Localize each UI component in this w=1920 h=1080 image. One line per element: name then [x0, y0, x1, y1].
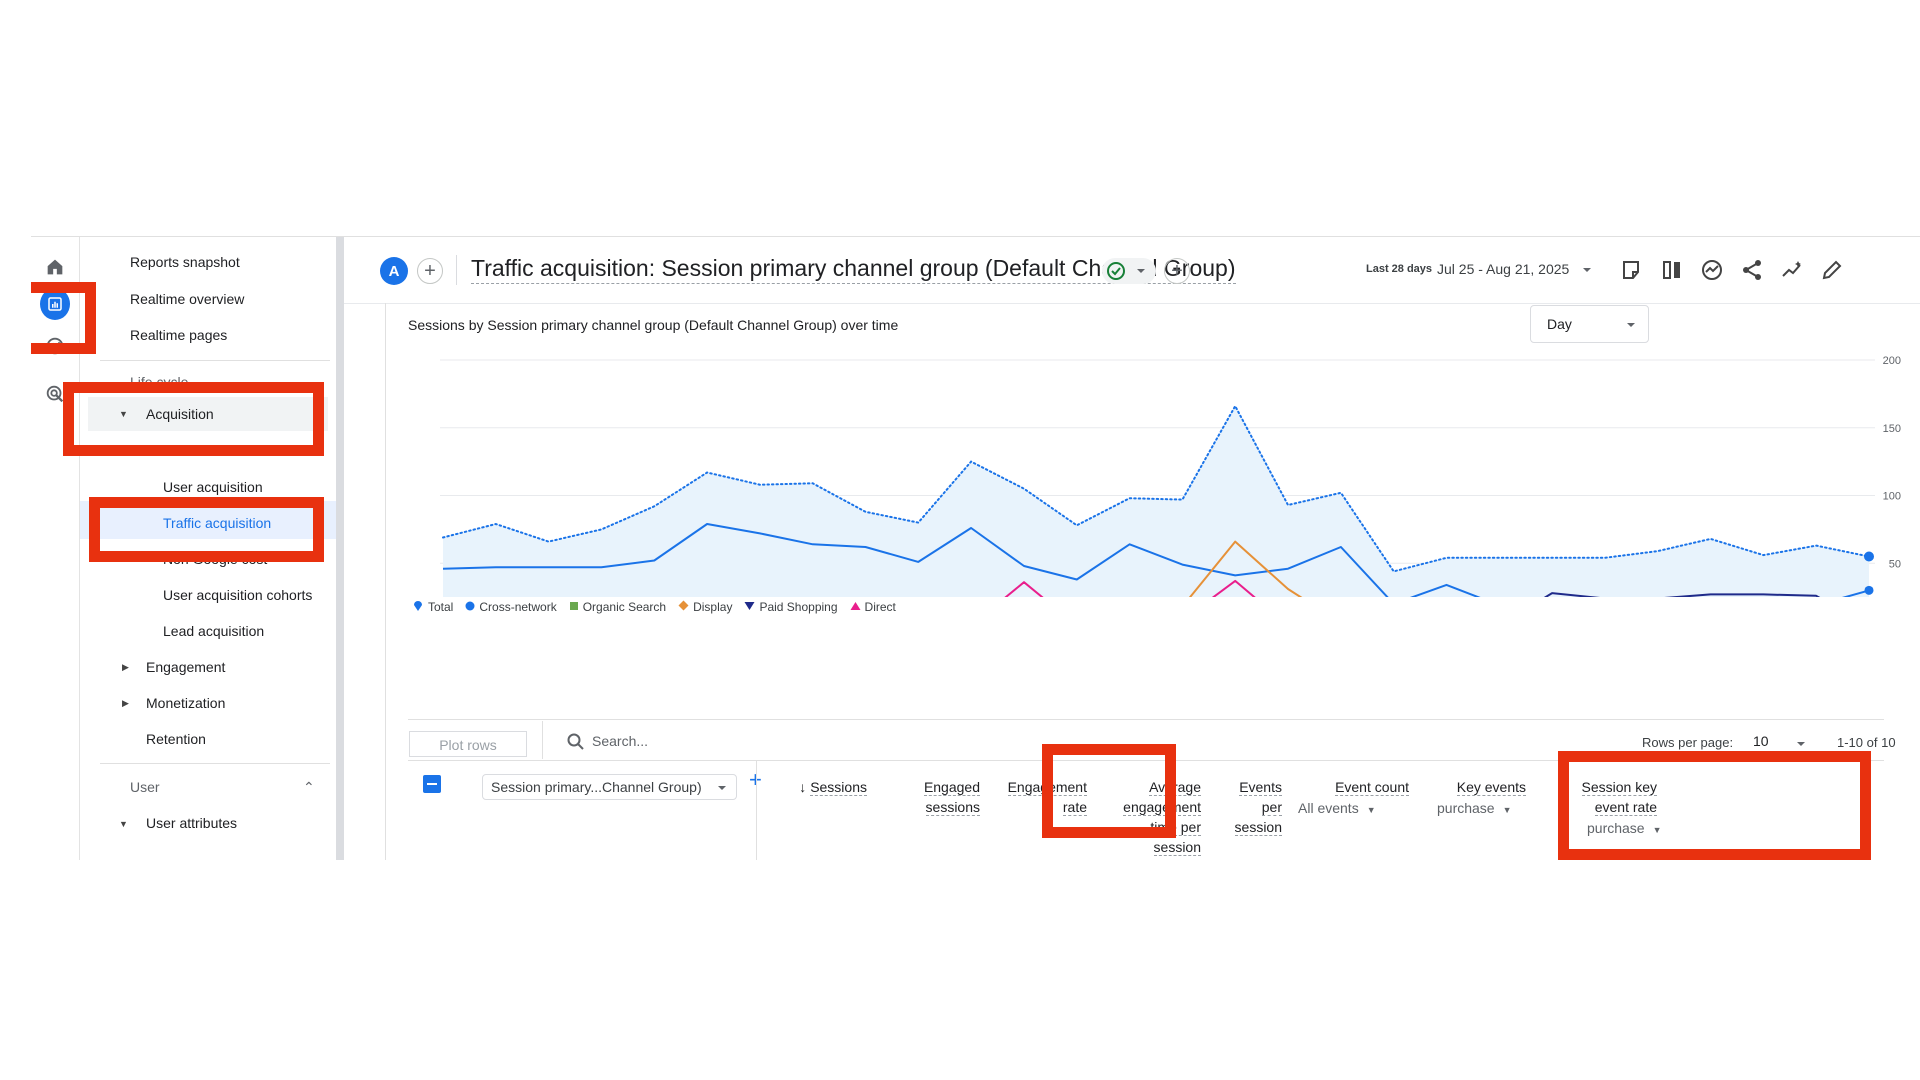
series-end-marker: [1864, 551, 1874, 562]
caret-right-icon[interactable]: ▶: [122, 662, 129, 673]
nav-divider: [100, 763, 330, 764]
annotation-box-acquisition: [63, 382, 324, 456]
chart-legend: Total Cross-network Organic Search Display P…: [412, 598, 896, 616]
chevron-up-icon[interactable]: ⌃: [303, 779, 315, 796]
event-filter-value: All events: [1298, 800, 1359, 816]
rows-per-page-label: Rows per page:: [1642, 735, 1734, 750]
dimension-select[interactable]: Session primary...Channel Group): [482, 774, 737, 800]
nav-monetization[interactable]: Monetization: [146, 695, 225, 711]
home-icon[interactable]: [40, 252, 70, 282]
nav-scrollbar[interactable]: [336, 237, 344, 860]
column-label: Engaged: [923, 779, 980, 796]
chevron-down-icon: [718, 786, 726, 790]
legend-marker-icon: [412, 600, 424, 615]
nav-section-user[interactable]: User: [130, 779, 160, 795]
caret-down-icon: ▼: [1502, 805, 1512, 815]
legend-item-cross-network[interactable]: Cross-network: [465, 598, 557, 616]
legend-label: Total: [428, 600, 454, 614]
annotation-box-reports: [31, 282, 96, 354]
column-label: Event count: [1335, 779, 1409, 796]
nav-realtime-pages[interactable]: Realtime pages: [130, 327, 227, 343]
legend-label: Direct: [864, 600, 896, 614]
dimension-value: Session primary...Channel Group): [491, 779, 702, 795]
select-all-checkbox[interactable]: [423, 775, 441, 793]
nav-engagement[interactable]: Engagement: [146, 659, 225, 675]
column-label: sessions: [925, 799, 980, 816]
column-label: session: [1153, 839, 1201, 856]
analytics-app: Reports snapshot Realtime overview Realt…: [31, 236, 1920, 860]
nav-user-attributes[interactable]: User attributes: [146, 815, 237, 831]
toolbar-divider: [542, 721, 543, 759]
pagination-label: 1-10 of 10: [1837, 735, 1896, 750]
nav-reports-snapshot[interactable]: Reports snapshot: [130, 254, 240, 270]
column-label: per: [1261, 799, 1282, 816]
legend-marker-icon: [569, 600, 579, 614]
column-divider: [756, 761, 757, 860]
chevron-down-icon[interactable]: [1794, 737, 1808, 751]
sessions-line-chart: 20015010050025Jul27293101Aug030507091113…: [440, 355, 1901, 597]
column-events-per-session[interactable]: Events per session: [1212, 777, 1282, 837]
y-tick-label: 150: [1883, 423, 1901, 435]
column-key-events[interactable]: Key events: [1406, 777, 1526, 797]
key-event-filter-value: purchase: [1437, 800, 1495, 816]
y-tick-label: 100: [1883, 491, 1901, 503]
plot-rows-button[interactable]: Plot rows: [409, 731, 527, 757]
column-label: Events: [1239, 779, 1282, 796]
y-tick-label: 200: [1883, 355, 1901, 367]
annotation-box-engagement-rate: [1042, 744, 1176, 838]
caret-down-icon[interactable]: ▼: [119, 819, 128, 829]
column-engaged-sessions[interactable]: Engaged sessions: [880, 777, 980, 817]
search-input[interactable]: Search...: [592, 733, 648, 749]
annotation-box-key-events: [1558, 751, 1871, 860]
nav-retention[interactable]: Retention: [146, 731, 206, 747]
caret-right-icon[interactable]: ▶: [122, 698, 129, 709]
legend-item-organic-search[interactable]: Organic Search: [569, 598, 666, 616]
column-sessions[interactable]: ↓ Sessions: [787, 777, 867, 797]
legend-label: Organic Search: [582, 600, 667, 614]
legend-item-direct[interactable]: Direct: [850, 598, 896, 616]
search-icon[interactable]: [566, 732, 586, 752]
column-sessions-label: Sessions: [810, 779, 867, 796]
event-count-filter[interactable]: All events ▼: [1298, 800, 1376, 816]
series-end-marker: [1864, 585, 1874, 595]
table-top-divider: [408, 719, 1884, 720]
y-tick-label: 50: [1889, 558, 1901, 570]
nav-lead-acquisition[interactable]: Lead acquisition: [163, 623, 264, 639]
column-label: Key events: [1456, 779, 1526, 796]
legend-marker-icon: [465, 600, 475, 614]
series-area-total: [443, 406, 1869, 597]
legend-label: Cross-network: [479, 600, 557, 614]
legend-marker-icon: [744, 600, 755, 614]
nav-realtime-overview[interactable]: Realtime overview: [130, 291, 244, 307]
nav-user-acquisition[interactable]: User acquisition: [163, 479, 263, 495]
column-label: session: [1234, 819, 1282, 836]
annotation-box-traffic-acquisition: [89, 497, 324, 562]
legend-label: Display: [693, 600, 733, 614]
legend-item-paid-shopping[interactable]: Paid Shopping: [744, 598, 838, 616]
caret-down-icon: ▼: [1366, 805, 1376, 815]
legend-item-display[interactable]: Display: [678, 598, 732, 616]
sort-arrow-icon: ↓: [799, 779, 807, 795]
column-event-count[interactable]: Event count: [1289, 777, 1409, 797]
legend-marker-icon: [850, 600, 861, 614]
nav-divider: [100, 360, 330, 361]
key-events-filter[interactable]: purchase ▼: [1437, 800, 1512, 816]
legend-item-total[interactable]: Total: [412, 598, 453, 616]
legend-label: Paid Shopping: [759, 600, 838, 614]
nav-user-acquisition-cohorts[interactable]: User acquisition cohorts: [163, 587, 312, 603]
rows-per-page-select[interactable]: 10: [1753, 733, 1769, 749]
legend-marker-icon: [678, 600, 689, 614]
